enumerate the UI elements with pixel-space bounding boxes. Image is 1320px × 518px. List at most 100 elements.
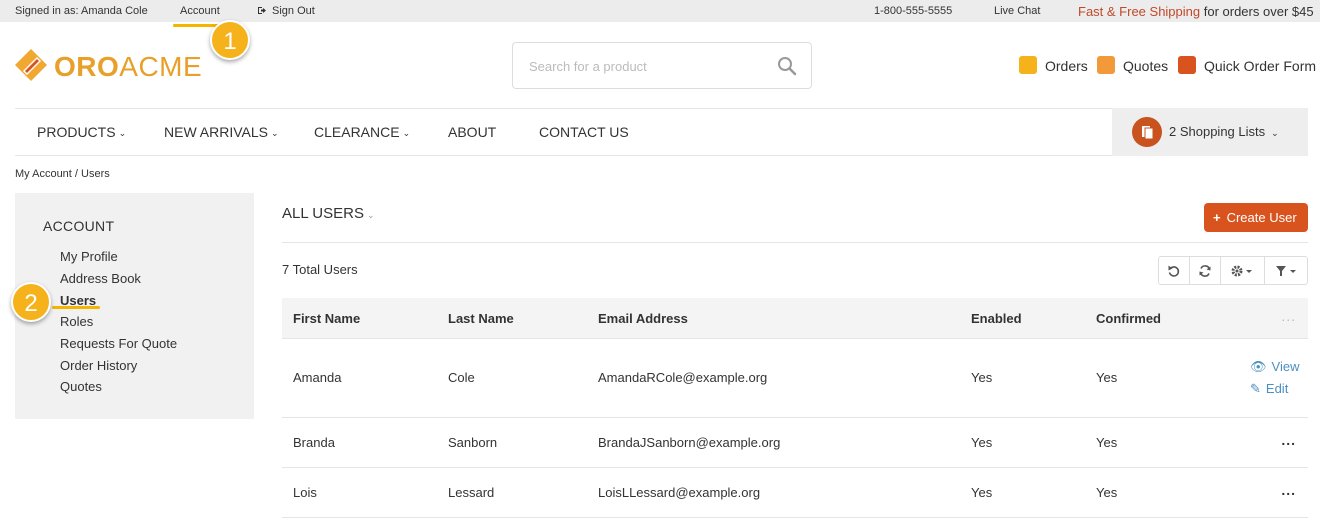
logo-mark-icon	[15, 49, 47, 81]
cell-email: LoisLLessard@example.org	[598, 485, 761, 500]
shipping-promo: Fast & Free Shipping for orders over $45	[1078, 4, 1314, 19]
shopping-lists-dropdown[interactable]: 2 Shopping Lists ⌄	[1112, 108, 1308, 156]
column-header-enabled[interactable]: Enabled	[971, 311, 1022, 326]
view-action[interactable]: 👁 View	[1250, 359, 1299, 375]
search-box	[512, 42, 812, 89]
cell-confirmed: Yes	[1096, 485, 1118, 500]
chevron-down-icon: ⌄	[118, 128, 127, 138]
cell-email: BrandaJSanborn@example.org	[598, 435, 781, 450]
sidebar-title: ACCOUNT	[43, 218, 115, 234]
gear-icon	[1231, 265, 1252, 276]
cell-email: AmandaRCole@example.org	[598, 370, 768, 385]
cell-confirmed: Yes	[1096, 370, 1118, 385]
shopping-lists-label: 2 Shopping Lists ⌄	[1169, 124, 1279, 139]
account-link[interactable]: Account	[180, 5, 220, 17]
sidebar-item-roles[interactable]: Roles	[60, 314, 93, 329]
column-header-first-name[interactable]: First Name	[293, 311, 360, 326]
live-chat-link[interactable]: Live Chat	[994, 5, 1040, 17]
cell-first-name: Lois	[293, 485, 317, 500]
chevron-down-icon: ⌄	[271, 128, 279, 138]
shipping-highlight: Fast & Free Shipping	[1078, 4, 1201, 19]
sidebar-item-quotes[interactable]: Quotes	[60, 379, 102, 394]
nav-products-label: PRODUCTS	[37, 124, 116, 140]
column-header-confirmed[interactable]: Confirmed	[1096, 311, 1161, 326]
shopping-list-icon	[1132, 117, 1162, 147]
nav-new-arrivals-label: NEW ARRIVALS	[164, 124, 268, 140]
chevron-down-icon: ⌄	[402, 128, 411, 138]
lightning-icon	[1178, 56, 1196, 74]
cell-last-name: Lessard	[448, 485, 495, 500]
signed-in-text: Signed in as: Amanda Cole	[15, 5, 148, 17]
sidebar-item-order-history[interactable]: Order History	[60, 358, 137, 373]
chevron-down-icon: ⌄	[366, 210, 375, 220]
shipping-rest: for orders over $45	[1200, 4, 1314, 19]
cell-confirmed: Yes	[1096, 435, 1118, 450]
edit-action[interactable]: ✎ Edit	[1250, 381, 1288, 397]
phone-number: 1-800-555-5555	[874, 5, 953, 17]
chevron-down-icon: ⌄	[1271, 128, 1279, 138]
create-user-label: Create User	[1226, 210, 1297, 225]
view-label: View	[1271, 359, 1300, 374]
quotes-label: Quotes	[1123, 58, 1169, 74]
all-users-view-selector[interactable]: ALL USERS ⌄	[282, 205, 375, 222]
grid-toolbar	[1158, 256, 1308, 285]
cell-enabled: Yes	[971, 485, 993, 500]
sign-out-link[interactable]: Sign Out	[258, 5, 315, 17]
refresh-icon	[1199, 264, 1211, 277]
nav-new-arrivals[interactable]: NEW ARRIVALS ⌄	[164, 124, 279, 140]
orders-label: Orders	[1045, 58, 1088, 74]
step-callout-2: 2	[11, 282, 51, 322]
cell-first-name: Amanda	[293, 370, 342, 385]
edit-icon: ✎	[1250, 381, 1261, 396]
refresh-button[interactable]	[1190, 257, 1221, 284]
filter-button[interactable]	[1265, 257, 1309, 284]
logo-text: OROACME	[54, 51, 202, 83]
sign-out-icon	[258, 7, 266, 14]
sidebar-item-my-profile[interactable]: My Profile	[60, 249, 118, 264]
sidebar-item-requests-for-quote[interactable]: Requests For Quote	[60, 336, 177, 351]
account-sidebar: ACCOUNT My Profile Address Book Users Ro…	[15, 193, 254, 419]
shopping-lists-text: 2 Shopping Lists	[1169, 124, 1266, 139]
plus-icon: +	[1213, 210, 1221, 225]
column-header-last-name[interactable]: Last Name	[448, 311, 514, 326]
divider	[282, 242, 1308, 243]
reset-button[interactable]	[1159, 257, 1190, 284]
grid-settings-button[interactable]	[1221, 257, 1265, 284]
cell-first-name: Branda	[293, 435, 335, 450]
filter-icon	[1276, 265, 1296, 276]
table-row: Amanda Cole AmandaRCole@example.org Yes …	[282, 339, 1308, 418]
row-actions-menu[interactable]: ...	[1281, 432, 1296, 448]
search-input[interactable]	[529, 56, 769, 76]
quick-order-form-label: Quick Order Form	[1204, 58, 1317, 74]
row-actions-menu[interactable]: ...	[1281, 482, 1296, 498]
quotes-tag-icon	[1097, 56, 1115, 74]
eye-icon: 👁	[1250, 359, 1267, 374]
edit-label: Edit	[1265, 381, 1289, 396]
logo-text-oro: ORO	[54, 51, 120, 82]
total-users-count: 7 Total Users	[282, 262, 358, 277]
table-row: Branda Sanborn BrandaJSanborn@example.or…	[282, 418, 1308, 468]
cell-enabled: Yes	[971, 435, 993, 450]
nav-clearance[interactable]: CLEARANCE ⌄	[314, 124, 410, 140]
sign-out-label: Sign Out	[272, 5, 315, 17]
column-actions-icon: ...	[1281, 308, 1296, 324]
orders-icon	[1019, 56, 1037, 74]
table-row: Lois Lessard LoisLLessard@example.org Ye…	[282, 468, 1308, 518]
cell-last-name: Cole	[448, 370, 475, 385]
search-icon[interactable]	[777, 56, 797, 76]
create-user-button[interactable]: + Create User	[1204, 203, 1308, 232]
top-bar: Signed in as: Amanda Cole Account Sign O…	[0, 0, 1320, 22]
undo-icon	[1168, 265, 1180, 277]
sidebar-item-address-book[interactable]: Address Book	[60, 271, 141, 286]
column-header-email[interactable]: Email Address	[598, 311, 688, 326]
step-callout-1: 1	[210, 20, 250, 60]
nav-clearance-label: CLEARANCE	[314, 124, 400, 140]
logo-text-acme: ACME	[119, 51, 203, 82]
nav-about[interactable]: ABOUT	[448, 124, 496, 140]
cell-enabled: Yes	[971, 370, 993, 385]
nav-contact-us[interactable]: CONTACT US	[539, 124, 629, 140]
users-highlight-underline	[52, 306, 100, 309]
breadcrumb: My Account / Users	[15, 168, 110, 180]
cell-last-name: Sanborn	[448, 435, 498, 450]
nav-products[interactable]: PRODUCTS ⌄	[37, 124, 126, 140]
